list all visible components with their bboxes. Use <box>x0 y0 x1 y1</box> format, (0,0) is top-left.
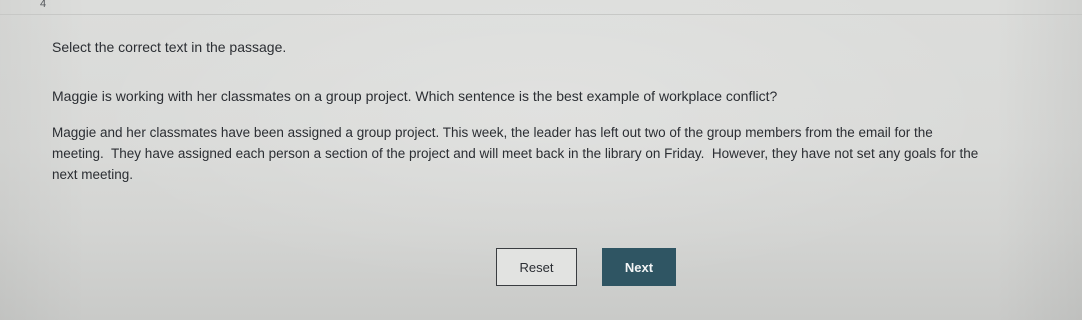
action-buttons: Reset Next <box>496 248 676 286</box>
top-divider <box>0 14 1082 15</box>
reset-button[interactable]: Reset <box>496 248 577 286</box>
next-button[interactable]: Next <box>602 248 676 286</box>
passage-sentence-3[interactable]: They have assigned each person a section… <box>111 146 704 161</box>
question-panel: Select the correct text in the passage. … <box>52 38 1012 286</box>
page-number: 4 <box>40 0 47 10</box>
instruction-text: Select the correct text in the passage. <box>52 39 287 55</box>
passage: Maggie and her classmates have been assi… <box>52 122 992 185</box>
question-text: Maggie is working with her classmates on… <box>52 88 778 104</box>
passage-sentence-1[interactable]: Maggie and her classmates have been assi… <box>52 125 439 140</box>
